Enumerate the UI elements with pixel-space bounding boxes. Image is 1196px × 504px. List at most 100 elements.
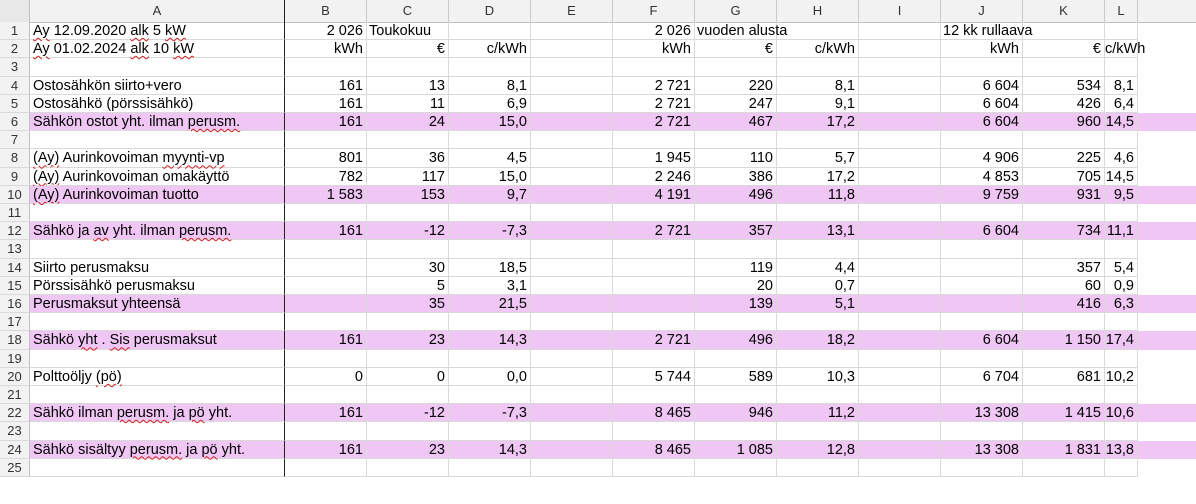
column-header-e[interactable]: E [531,0,613,22]
cell-a12[interactable]: Sähkö ja av yht. ilman perusm. [30,222,285,241]
cell-j21[interactable] [941,386,1023,405]
cell-c16[interactable]: 35 [367,295,449,314]
cell-k19[interactable] [1023,349,1105,368]
cell-h16[interactable]: 5,1 [777,295,859,314]
cell-b22[interactable]: 161 [285,404,367,423]
cell-g7[interactable] [695,131,777,150]
cell-h12[interactable]: 13,1 [777,222,859,241]
cell-b10[interactable]: 1 583 [285,185,367,204]
cell-k22[interactable]: 1 415 [1023,404,1105,423]
cell-i22[interactable] [859,404,941,423]
cell-l3[interactable] [1105,58,1138,77]
cell-c7[interactable] [367,131,449,150]
cell-e11[interactable] [531,204,613,223]
cell-a25[interactable] [30,458,285,477]
cell-f23[interactable] [613,422,695,441]
cell-a11[interactable] [30,204,285,223]
column-header-g[interactable]: G [695,0,777,22]
cell-l11[interactable] [1105,204,1138,223]
cell-l6[interactable]: 14,5 [1105,113,1138,132]
cell-i1[interactable] [859,22,941,41]
cell-f25[interactable] [613,458,695,477]
cell-h21[interactable] [777,386,859,405]
cell-k15[interactable]: 60 [1023,276,1105,295]
cell-h11[interactable] [777,204,859,223]
cell-h5[interactable]: 9,1 [777,94,859,113]
cell-a18[interactable]: Sähkö yht . Sis perusmaksut [30,331,285,350]
cell-b25[interactable] [285,458,367,477]
cell-c10[interactable]: 153 [367,185,449,204]
cell-e12[interactable] [531,222,613,241]
column-header-l[interactable]: L [1105,0,1138,22]
cell-d19[interactable] [449,349,531,368]
cell-g2[interactable]: € [695,40,777,59]
cell-a22[interactable]: Sähkö ilman perusm. ja pö yht. [30,404,285,423]
cell-c9[interactable]: 117 [367,167,449,186]
cell-j11[interactable] [941,204,1023,223]
cell-d18[interactable]: 14,3 [449,331,531,350]
cell-i20[interactable] [859,367,941,386]
cell-e21[interactable] [531,386,613,405]
cell-g6[interactable]: 467 [695,113,777,132]
cell-f12[interactable]: 2 721 [613,222,695,241]
cell-h4[interactable]: 8,1 [777,76,859,95]
cell-a23[interactable] [30,422,285,441]
cell-e24[interactable] [531,440,613,459]
cell-i21[interactable] [859,386,941,405]
cell-a20[interactable]: Polttoöljy (pö) [30,367,285,386]
cell-d20[interactable]: 0,0 [449,367,531,386]
cell-l24[interactable]: 13,8 [1105,440,1138,459]
cell-i19[interactable] [859,349,941,368]
cell-k18[interactable]: 1 150 [1023,331,1105,350]
column-header-i[interactable]: I [859,0,941,22]
row-header[interactable]: 15 [0,276,30,295]
cell-j3[interactable] [941,58,1023,77]
cell-k2[interactable]: € [1023,40,1105,59]
row-header[interactable]: 12 [0,222,30,241]
cell-b6[interactable]: 161 [285,113,367,132]
cell-g20[interactable]: 589 [695,367,777,386]
cell-k1[interactable] [1023,22,1105,41]
cell-c17[interactable] [367,313,449,332]
row-header[interactable]: 22 [0,404,30,423]
cell-b2[interactable]: kWh [285,40,367,59]
cell-g21[interactable] [695,386,777,405]
cell-f13[interactable] [613,240,695,259]
cell-g12[interactable]: 357 [695,222,777,241]
cell-k11[interactable] [1023,204,1105,223]
cell-k6[interactable]: 960 [1023,113,1105,132]
cell-c11[interactable] [367,204,449,223]
cell-j10[interactable]: 9 759 [941,185,1023,204]
cell-b13[interactable] [285,240,367,259]
cell-e5[interactable] [531,94,613,113]
cell-k3[interactable] [1023,58,1105,77]
cell-g16[interactable]: 139 [695,295,777,314]
cell-d15[interactable]: 3,1 [449,276,531,295]
cell-l21[interactable] [1105,386,1138,405]
cell-i9[interactable] [859,167,941,186]
cell-i12[interactable] [859,222,941,241]
cell-f22[interactable]: 8 465 [613,404,695,423]
cell-c8[interactable]: 36 [367,149,449,168]
cell-d1[interactable] [449,22,531,41]
cell-k8[interactable]: 225 [1023,149,1105,168]
cell-j19[interactable] [941,349,1023,368]
row-header[interactable]: 5 [0,94,30,113]
cell-c18[interactable]: 23 [367,331,449,350]
cell-l5[interactable]: 6,4 [1105,94,1138,113]
row-header[interactable]: 4 [0,76,30,95]
cell-e17[interactable] [531,313,613,332]
cell-c22[interactable]: -12 [367,404,449,423]
cell-j7[interactable] [941,131,1023,150]
row-header[interactable]: 16 [0,295,30,314]
cell-h7[interactable] [777,131,859,150]
cell-f10[interactable]: 4 191 [613,185,695,204]
cell-d2[interactable]: c/kWh [449,40,531,59]
cell-i16[interactable] [859,295,941,314]
row-header[interactable]: 11 [0,204,30,223]
cell-g5[interactable]: 247 [695,94,777,113]
cell-l15[interactable]: 0,9 [1105,276,1138,295]
cell-j13[interactable] [941,240,1023,259]
cell-a16[interactable]: Perusmaksut yhteensä [30,295,285,314]
cell-b11[interactable] [285,204,367,223]
